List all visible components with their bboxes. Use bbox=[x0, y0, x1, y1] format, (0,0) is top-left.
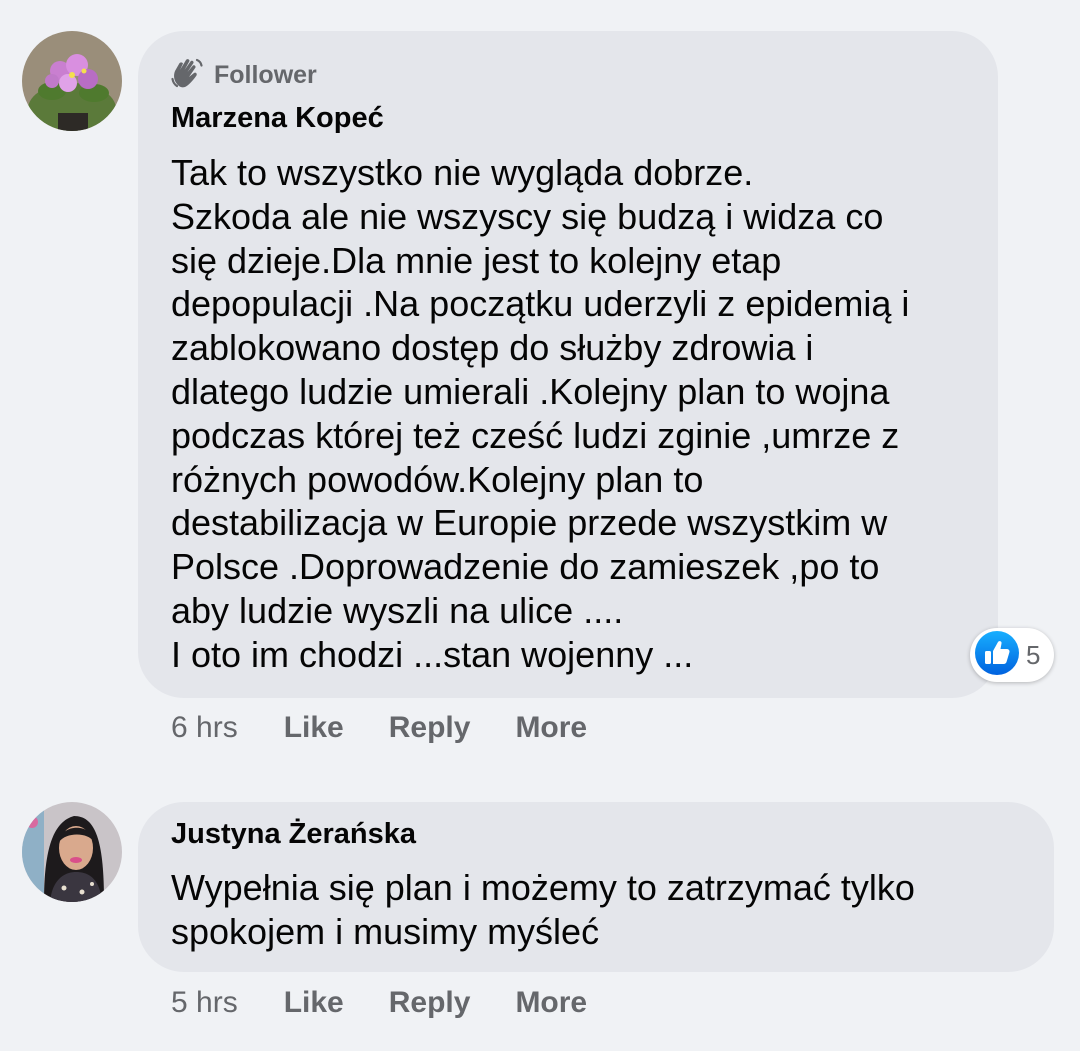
reaction-summary[interactable]: 5 bbox=[970, 628, 1055, 682]
comment-timestamp[interactable]: 6 hrs bbox=[171, 711, 238, 745]
comment-author[interactable]: Justyna Żerańska bbox=[171, 818, 416, 851]
comment-line: dlatego ludzie umierali .Kolejny plan to… bbox=[171, 370, 890, 412]
more-button[interactable]: More bbox=[515, 711, 587, 745]
comment-line: Tak to wszystko nie wygląda dobrze. bbox=[171, 152, 754, 193]
more-button[interactable]: More bbox=[515, 986, 587, 1020]
reply-button[interactable]: Reply bbox=[389, 711, 471, 745]
comment-line: Szkoda ale nie wszyscy się budzą i widza… bbox=[171, 195, 884, 237]
comment-line: zablokowano dostęp do służby zdrowia i bbox=[171, 327, 814, 369]
reaction-count: 5 bbox=[1026, 639, 1041, 670]
comment-line: Polsce .Doprowadzenie do zamieszek ,po t… bbox=[171, 546, 880, 588]
like-button[interactable]: Like bbox=[284, 986, 344, 1020]
comment-line: różnych powodów.Kolejny plan to bbox=[171, 458, 704, 500]
comment-line: podczas której też cześć ludzi zginie ,u… bbox=[171, 414, 900, 456]
follower-badge: Follower bbox=[170, 58, 317, 92]
comment-line: się dzieje.Dla mnie jest to kolejny etap bbox=[171, 239, 782, 281]
comment-line: Wypełnia się plan i możemy to zatrzymać … bbox=[171, 867, 915, 908]
comment-text: Tak to wszystko nie wygląda dobrze. Szko… bbox=[171, 151, 909, 677]
avatar[interactable] bbox=[22, 802, 122, 902]
like-button[interactable]: Like bbox=[284, 711, 344, 745]
avatar[interactable] bbox=[22, 31, 122, 131]
comment-line: spokojem i musimy myśleć bbox=[171, 910, 600, 952]
comment-line: aby ludzie wyszli na ulice .... bbox=[171, 589, 624, 631]
thumbs-up-icon bbox=[974, 630, 1020, 681]
comment-line: I oto im chodzi ...stan wojenny ... bbox=[171, 633, 694, 675]
comment-timestamp[interactable]: 5 hrs bbox=[171, 986, 238, 1020]
waving-hand-icon bbox=[170, 56, 204, 95]
avatar-image bbox=[22, 31, 122, 131]
comment-actions: 5 hrs Like Reply More bbox=[171, 986, 632, 1020]
comment-text: Wypełnia się plan i możemy to zatrzymać … bbox=[171, 866, 915, 954]
reply-button[interactable]: Reply bbox=[389, 986, 471, 1020]
comment-actions: 6 hrs Like Reply More bbox=[171, 711, 632, 745]
badge-label: Follower bbox=[214, 60, 317, 89]
comment-author[interactable]: Marzena Kopeć bbox=[171, 102, 384, 135]
avatar-image bbox=[22, 802, 122, 902]
comment-line: depopulacji .Na początku uderzyli z epid… bbox=[171, 283, 910, 325]
comment-line: destabilizacja w Europie przede wszystki… bbox=[171, 502, 888, 544]
